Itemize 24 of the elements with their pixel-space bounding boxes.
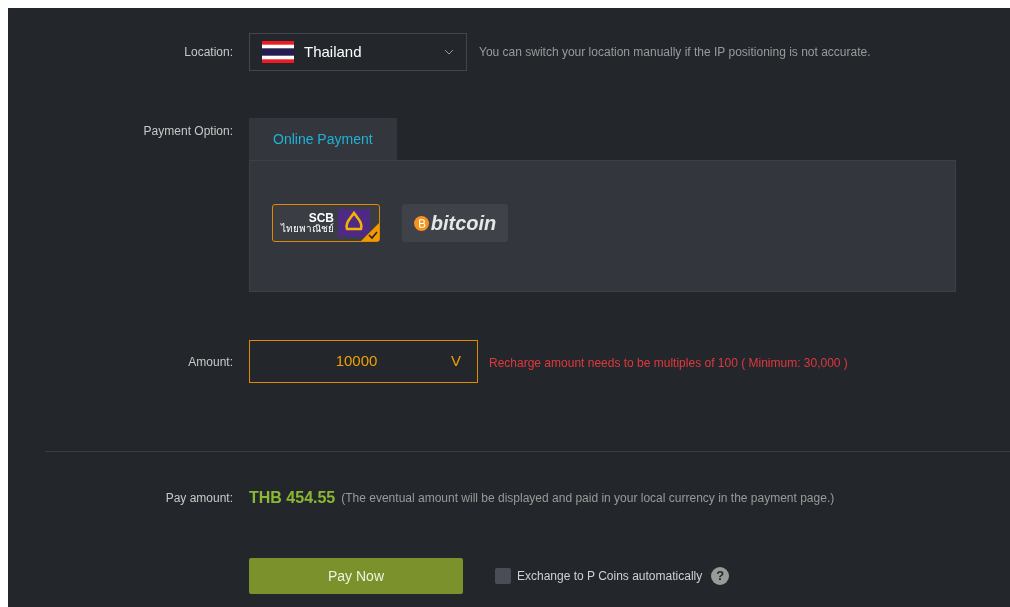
check-corner-icon bbox=[361, 223, 379, 241]
location-hint: You can switch your location manually if the IP positioning is not accurate. bbox=[479, 44, 871, 61]
payment-method[interactable]: SCB ไทยพาณิชย์ bbox=[272, 204, 380, 242]
field-label: Payment Option: bbox=[143, 124, 233, 138]
pay-amount-note: (The eventual amount will be displayed and paid in your local currency in the payment page.) bbox=[341, 490, 835, 507]
payment-tab[interactable]: Online Payment bbox=[249, 118, 397, 160]
field-label: Amount: bbox=[188, 354, 233, 369]
location-dropdown[interactable]: Thailand bbox=[249, 33, 467, 71]
amount-field[interactable]: 10000 V bbox=[249, 340, 478, 383]
exchange-label: Exchange to P Coins automatically bbox=[517, 568, 703, 585]
amount-error: Recharge amount needs to be multiples of 100 ( Minimum: 30,000 ) bbox=[489, 354, 848, 372]
currency-unit: V bbox=[451, 351, 461, 372]
exchange-checkbox[interactable] bbox=[495, 568, 511, 584]
pay-amount-value: THB 454.55 bbox=[249, 488, 336, 508]
payment-method[interactable]: bitcoin bbox=[402, 204, 508, 242]
bitcoin-coin-icon bbox=[413, 215, 429, 231]
chevron-down-icon bbox=[444, 49, 454, 55]
bank-name-thai: ไทยพาณิชย์ bbox=[281, 224, 334, 234]
thailand-flag-icon bbox=[262, 41, 294, 63]
field-label: Location: bbox=[184, 45, 233, 59]
help-icon[interactable]: ? bbox=[711, 567, 730, 585]
bank-name: SCB bbox=[308, 212, 334, 224]
bank-logo-icon bbox=[338, 209, 370, 237]
field-label: Pay amount: bbox=[165, 491, 233, 505]
